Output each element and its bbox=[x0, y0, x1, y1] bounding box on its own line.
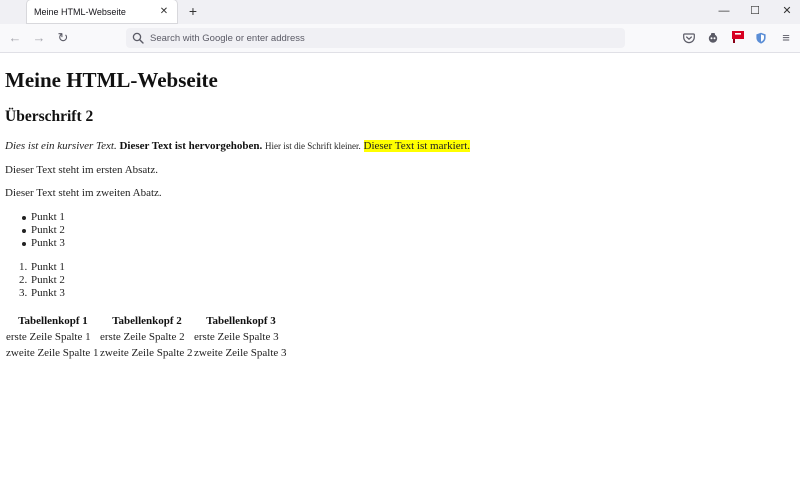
pocket-icon[interactable] bbox=[683, 32, 695, 44]
shield-icon[interactable] bbox=[755, 32, 767, 44]
tab-strip: Meine HTML-Webseite ✕ + — ☐ ✕ bbox=[0, 0, 800, 24]
data-table: Tabellenkopf 1 Tabellenkopf 2 Tabellenko… bbox=[6, 313, 288, 361]
list-number: 2. bbox=[19, 274, 28, 286]
page-heading-h2: Überschrift 2 bbox=[5, 108, 94, 125]
list-number: 1. bbox=[19, 261, 28, 273]
table-cell: zweite Zeile Spalte 1 bbox=[6, 347, 99, 359]
italic-text: Dies ist ein kursiver Text. bbox=[5, 140, 117, 152]
table-row: erste Zeile Spalte 1 erste Zeile Spalte … bbox=[6, 329, 288, 345]
paragraph-2: Dieser Text steht im zweiten Abatz. bbox=[5, 187, 162, 199]
table-header: Tabellenkopf 3 bbox=[206, 315, 276, 327]
list-item: Punkt 3 bbox=[22, 237, 65, 249]
list-number: 3. bbox=[19, 287, 28, 299]
list-item-label: Punkt 1 bbox=[31, 261, 65, 273]
list-item-label: Punkt 2 bbox=[31, 274, 65, 286]
address-bar[interactable] bbox=[126, 28, 625, 48]
unordered-list: Punkt 1 Punkt 2 Punkt 3 bbox=[22, 211, 65, 250]
table-header-row: Tabellenkopf 1 Tabellenkopf 2 Tabellenko… bbox=[6, 313, 288, 329]
table-cell: erste Zeile Spalte 3 bbox=[194, 331, 279, 343]
tab-active[interactable]: Meine HTML-Webseite ✕ bbox=[27, 0, 177, 23]
table-header: Tabellenkopf 2 bbox=[112, 315, 182, 327]
list-item: 1. Punkt 1 bbox=[19, 261, 65, 274]
formatted-text-line: Dies ist ein kursiver Text. Dieser Text … bbox=[5, 140, 471, 152]
search-icon bbox=[132, 32, 144, 44]
page-content: Meine HTML-Webseite Überschrift 2 Dies i… bbox=[0, 53, 800, 487]
marked-text: Dieser Text ist markiert. bbox=[363, 140, 471, 152]
extension-icon[interactable] bbox=[707, 32, 719, 44]
tab-title: Meine HTML-Webseite bbox=[34, 6, 126, 17]
small-text: Hier ist die Schrift kleiner. bbox=[265, 141, 361, 151]
tab-close-icon[interactable]: ✕ bbox=[157, 5, 171, 19]
address-input[interactable] bbox=[150, 32, 590, 44]
table-header: Tabellenkopf 1 bbox=[18, 315, 88, 327]
table-row: zweite Zeile Spalte 1 zweite Zeile Spalt… bbox=[6, 345, 288, 361]
ordered-list: 1. Punkt 1 2. Punkt 2 3. Punkt 3 bbox=[19, 261, 65, 300]
forward-button[interactable]: → bbox=[31, 30, 47, 46]
flag-extension-icon[interactable] bbox=[731, 30, 745, 44]
table-cell: zweite Zeile Spalte 2 bbox=[100, 347, 193, 359]
list-item: Punkt 1 bbox=[22, 211, 65, 223]
list-item: 2. Punkt 2 bbox=[19, 274, 65, 287]
minimize-button[interactable]: — bbox=[716, 3, 732, 19]
close-window-button[interactable]: ✕ bbox=[779, 3, 795, 19]
list-item-label: Punkt 3 bbox=[31, 287, 65, 299]
reload-button[interactable]: ↻ bbox=[55, 30, 71, 46]
menu-button[interactable]: ≡ bbox=[778, 30, 794, 46]
back-button[interactable]: ← bbox=[7, 30, 23, 46]
table-cell: erste Zeile Spalte 1 bbox=[6, 331, 91, 343]
paragraph-1: Dieser Text steht im ersten Absatz. bbox=[5, 164, 158, 176]
table-cell: erste Zeile Spalte 2 bbox=[100, 331, 185, 343]
nav-bar: ← → ↻ ≡ bbox=[0, 24, 800, 53]
maximize-button[interactable]: ☐ bbox=[747, 3, 763, 19]
page-heading-h1: Meine HTML-Webseite bbox=[5, 68, 218, 92]
new-tab-button[interactable]: + bbox=[186, 4, 200, 18]
list-item: 3. Punkt 3 bbox=[19, 287, 65, 300]
table-cell: zweite Zeile Spalte 3 bbox=[194, 347, 287, 359]
list-item: Punkt 2 bbox=[22, 224, 65, 236]
bold-text: Dieser Text ist hervorgehoben. bbox=[119, 140, 263, 152]
